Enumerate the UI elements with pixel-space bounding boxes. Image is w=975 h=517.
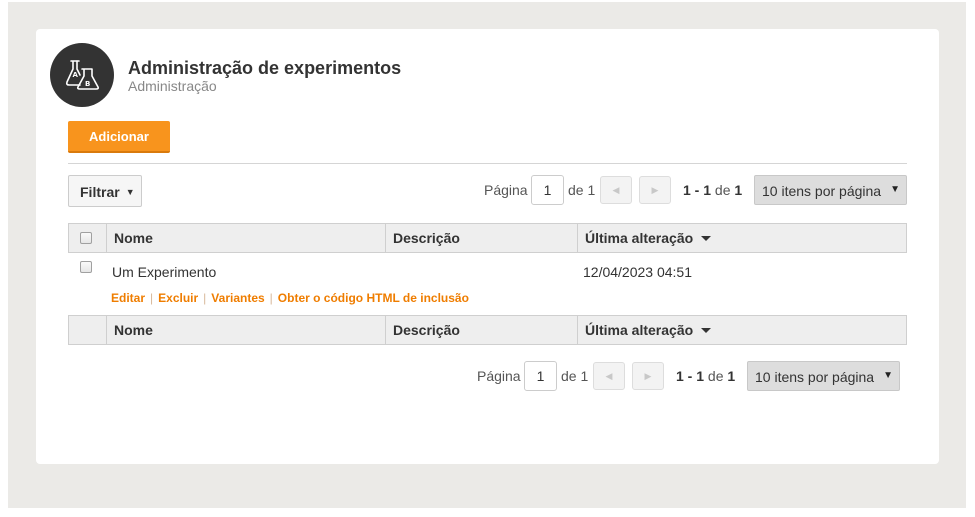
- sort-desc-icon: [701, 328, 712, 333]
- per-page-select[interactable]: 10 itens por página ▼: [747, 361, 900, 391]
- per-page-value: 10 itens por página: [755, 369, 875, 385]
- page-subtitle: Administração: [128, 78, 217, 94]
- experiment-name[interactable]: Um Experimento: [112, 264, 216, 280]
- per-page-select[interactable]: 10 itens por página ▼: [754, 175, 907, 205]
- table-header-bottom: Nome Descrição Última alteração: [68, 315, 907, 345]
- action-separator: |: [269, 291, 273, 305]
- column-description-label: Descrição: [393, 322, 460, 338]
- variants-link[interactable]: Variantes: [211, 291, 264, 305]
- flask-ab-icon: A B: [65, 60, 100, 90]
- column-name-label: Nome: [114, 230, 153, 246]
- pagination-bottom: Página 1 de 1 ◀ ▶ 1 - 1 de 1 10 itens po…: [477, 361, 900, 391]
- triangle-left-icon: ◀: [612, 185, 620, 195]
- range-text: 1 - 1 de 1: [676, 368, 735, 384]
- triangle-right-icon: ▶: [651, 185, 659, 195]
- column-name[interactable]: Nome: [106, 316, 385, 344]
- column-description[interactable]: Descrição: [385, 224, 577, 252]
- caret-down-icon: ▼: [125, 187, 135, 197]
- next-page-button[interactable]: ▶: [639, 176, 671, 204]
- row-checkbox[interactable]: [80, 261, 92, 273]
- prev-page-button[interactable]: ◀: [593, 362, 625, 390]
- select-arrow-icon: ▼: [890, 184, 900, 195]
- range-of: de: [707, 368, 724, 384]
- filter-label: Filtrar: [80, 184, 120, 200]
- filter-dropdown[interactable]: Filtrar ▼: [68, 175, 142, 207]
- svg-text:B: B: [85, 80, 90, 88]
- page-input[interactable]: 1: [531, 175, 564, 205]
- row-actions: Editar | Excluir | Variantes | Obter o código …: [111, 291, 469, 305]
- experiment-modified: 12/04/2023 04:51: [583, 264, 692, 280]
- per-page-value: 10 itens por página: [762, 183, 882, 199]
- column-name[interactable]: Nome: [106, 224, 385, 252]
- range-of: de: [714, 182, 731, 198]
- action-separator: |: [150, 291, 154, 305]
- edit-link[interactable]: Editar: [111, 291, 145, 305]
- select-all-checkbox[interactable]: [80, 232, 92, 244]
- triangle-left-icon: ◀: [605, 371, 613, 381]
- range-start-end: 1 - 1: [676, 368, 705, 384]
- column-description-label: Descrição: [393, 230, 460, 246]
- range-text: 1 - 1 de 1: [683, 182, 742, 198]
- column-modified[interactable]: Última alteração: [577, 224, 906, 252]
- column-name-label: Nome: [114, 322, 153, 338]
- range-total: 1: [727, 368, 736, 384]
- triangle-right-icon: ▶: [644, 371, 652, 381]
- next-page-button[interactable]: ▶: [632, 362, 664, 390]
- column-modified-label: Última alteração: [585, 230, 694, 246]
- action-separator: |: [203, 291, 207, 305]
- table-header-top: Nome Descrição Última alteração: [68, 223, 907, 253]
- page-label: Página: [477, 368, 521, 384]
- svg-text:A: A: [73, 71, 79, 79]
- column-description[interactable]: Descrição: [385, 316, 577, 344]
- experiments-logo: A B: [50, 43, 114, 107]
- range-total: 1: [734, 182, 743, 198]
- page-input[interactable]: 1: [524, 361, 557, 391]
- embed-code-link[interactable]: Obter o código HTML de inclusão: [278, 291, 469, 305]
- page-of-label: de 1: [561, 368, 589, 384]
- page-of-label: de 1: [568, 182, 596, 198]
- toolbar-divider: [68, 163, 907, 164]
- column-modified[interactable]: Última alteração: [577, 316, 906, 344]
- sort-desc-icon: [701, 236, 712, 241]
- page-title: Administração de experimentos: [128, 58, 402, 78]
- page-label: Página: [484, 182, 528, 198]
- prev-page-button[interactable]: ◀: [600, 176, 632, 204]
- delete-link[interactable]: Excluir: [158, 291, 198, 305]
- select-arrow-icon: ▼: [883, 370, 893, 381]
- add-button[interactable]: Adicionar: [68, 121, 170, 153]
- pagination-top: Página 1 de 1 ◀ ▶ 1 - 1 de 1 10 itens po…: [484, 175, 907, 205]
- range-start-end: 1 - 1: [683, 182, 712, 198]
- column-modified-label: Última alteração: [585, 322, 694, 338]
